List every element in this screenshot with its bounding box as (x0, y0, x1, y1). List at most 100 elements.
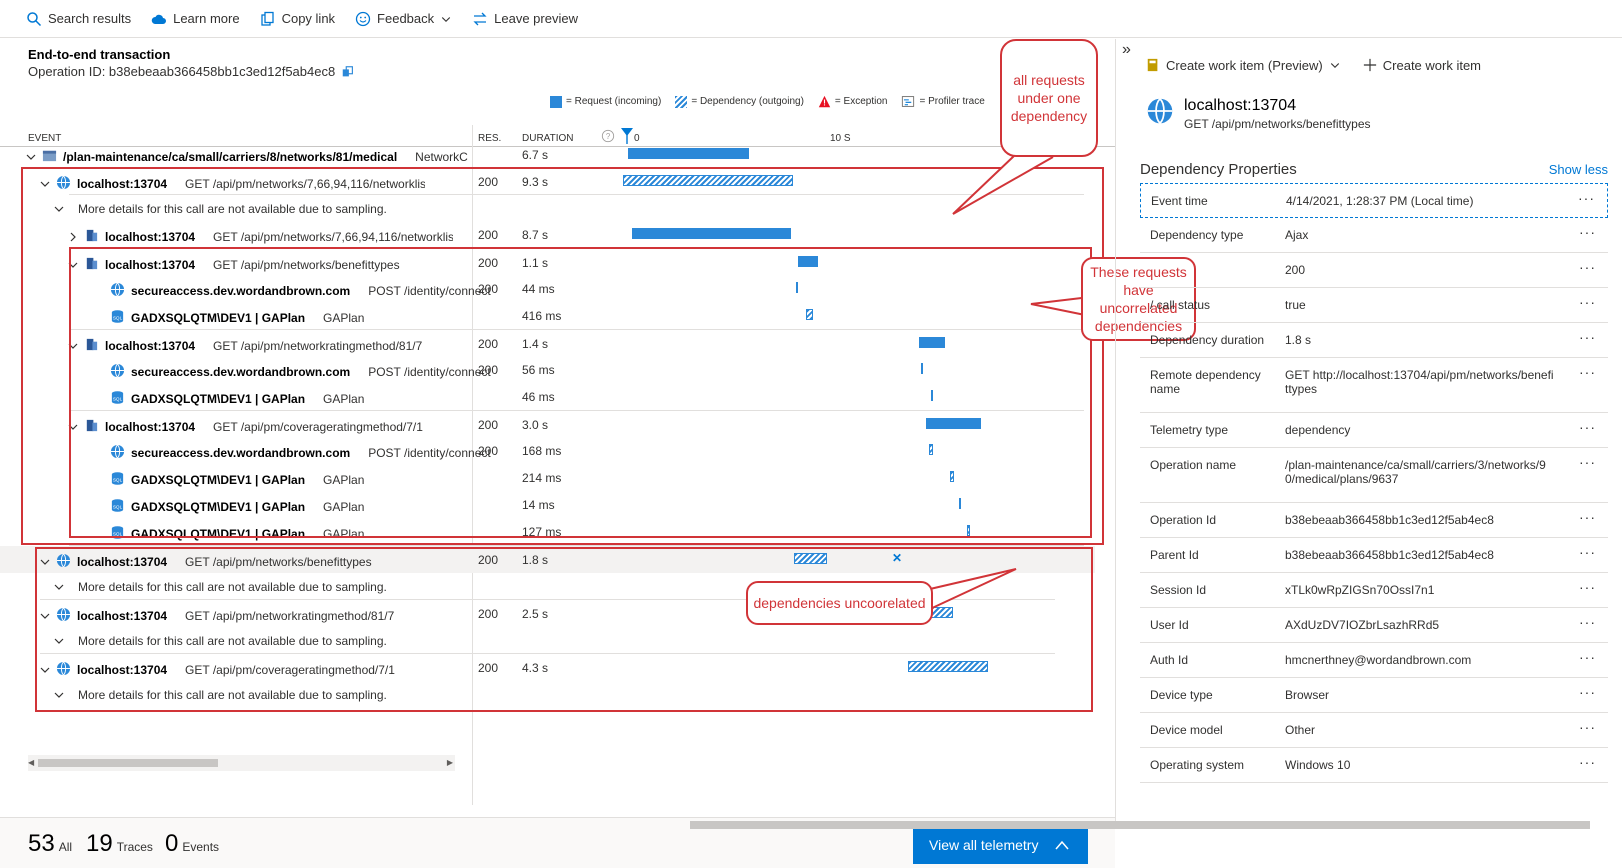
property-row[interactable]: Operation Id b38ebeaab366458bb1c3ed12f5ab… (1140, 503, 1608, 538)
property-row[interactable]: Operating system Windows 10 ··· (1140, 748, 1608, 783)
more-options-icon[interactable]: ··· (1578, 190, 1595, 206)
event-row[interactable]: SQL GADXSQLQTM\DEV1 | GAPlan GAPlan 14 ms (0, 491, 1095, 518)
scrollbar-thumb[interactable] (38, 759, 218, 767)
more-options-icon[interactable]: ··· (1579, 259, 1596, 275)
chevron-down-icon[interactable] (40, 179, 50, 189)
property-row[interactable]: User Id AXdUzDV7IOZbrLsazhRRd5 ··· (1140, 608, 1608, 643)
property-row[interactable]: Device model Other ··· (1140, 713, 1608, 748)
more-options-icon[interactable]: ··· (1579, 614, 1596, 630)
event-row[interactable]: localhost:13704 GET /api/pm/networkrating… (0, 330, 1095, 357)
more-options-icon[interactable]: ··· (1579, 579, 1596, 595)
dependency-timeline-bar[interactable] (908, 661, 989, 672)
event-row[interactable]: localhost:13704 GET /api/pm/networks/7,66… (0, 168, 1095, 195)
dependency-timeline-bar[interactable] (929, 444, 933, 455)
scroll-right-arrow-icon[interactable]: ▶ (447, 758, 453, 767)
dependency-timeline-bar[interactable] (949, 471, 955, 482)
more-options-icon[interactable]: ··· (1579, 684, 1596, 700)
request-timeline-bar[interactable] (631, 228, 791, 239)
dependency-timeline-bar[interactable] (794, 553, 828, 564)
create-work-item-button[interactable]: Create work item (1363, 58, 1481, 73)
chevron-down-icon[interactable] (40, 665, 50, 675)
traces-count[interactable]: 19 Traces (86, 830, 153, 858)
event-row[interactable]: SQL GADXSQLQTM\DEV1 | GAPlan GAPlan 214 ms (0, 464, 1095, 491)
more-options-icon[interactable]: ··· (1579, 294, 1596, 310)
more-options-icon[interactable]: ··· (1579, 224, 1596, 240)
chevron-down-icon[interactable] (54, 690, 64, 700)
learn-more-button[interactable]: Learn more (151, 11, 240, 27)
chevron-down-icon[interactable] (40, 611, 50, 621)
dependency-timeline-bar[interactable] (806, 309, 814, 320)
chevron-down-icon[interactable] (54, 636, 64, 646)
sampling-note-row[interactable]: More details for this call are not avail… (0, 627, 1095, 654)
property-row[interactable]: 200 ··· (1140, 253, 1608, 288)
request-timeline-bar[interactable] (797, 256, 819, 267)
property-row[interactable]: Parent Id b38ebeaab366458bb1c3ed12f5ab4ec… (1140, 538, 1608, 573)
event-row[interactable]: localhost:13704 GET /api/pm/coverageratin… (0, 654, 1095, 681)
sampling-note-row[interactable]: More details for this call are not avail… (0, 195, 1095, 222)
chevron-down-icon[interactable] (68, 260, 78, 270)
more-options-icon[interactable]: ··· (1579, 364, 1596, 380)
feedback-button[interactable]: Feedback (355, 11, 452, 27)
more-options-icon[interactable]: ··· (1579, 754, 1596, 770)
event-row[interactable]: localhost:13704 GET /api/pm/networks/7,66… (0, 221, 1095, 248)
property-row[interactable]: Device type Browser ··· (1140, 678, 1608, 713)
more-options-icon[interactable]: ··· (1579, 419, 1596, 435)
property-row[interactable]: Event time 4/14/2021, 1:28:37 PM (Local t… (1140, 183, 1608, 218)
property-row[interactable]: Operation name/plan-maintenance/ca/small… (1140, 448, 1608, 503)
event-row[interactable]: SQL GADXSQLQTM\DEV1 | GAPlan GAPlan 416 ms (0, 302, 1095, 329)
dependency-timeline-bar[interactable] (958, 498, 961, 509)
horizontal-scrollbar[interactable]: ◀ ▶ (28, 755, 455, 771)
dependency-timeline-bar[interactable] (930, 390, 933, 401)
show-less-link[interactable]: Show less (1549, 162, 1608, 177)
copy-icon[interactable] (341, 65, 355, 79)
collapse-pane-icon[interactable]: » (1122, 41, 1131, 59)
scroll-left-arrow-icon[interactable]: ◀ (28, 758, 34, 767)
copy-link-button[interactable]: Copy link (260, 11, 335, 27)
chevron-down-icon[interactable] (68, 422, 78, 432)
event-row[interactable]: secureaccess.dev.wordandbrown.com POST /i… (0, 437, 1095, 464)
property-row[interactable]: Session Id xTLk0wRpZIGSn70OssI7n1 ··· (1140, 573, 1608, 608)
chevron-down-icon[interactable] (26, 152, 36, 162)
event-row[interactable]: secureaccess.dev.wordandbrown.com POST /i… (0, 275, 1095, 302)
event-row[interactable]: SQL GADXSQLQTM\DEV1 | GAPlan GAPlan 46 ms (0, 383, 1095, 410)
sampling-note-row[interactable]: More details for this call are not avail… (0, 681, 1095, 708)
more-options-icon[interactable]: ··· (1579, 454, 1596, 470)
property-row[interactable]: Dependency type Ajax ··· (1140, 218, 1608, 253)
event-row[interactable]: /plan-maintenance/ca/small/carriers/8/ne… (0, 141, 1095, 168)
request-timeline-bar[interactable] (628, 148, 750, 159)
more-options-icon[interactable]: ··· (1579, 329, 1596, 345)
event-row[interactable]: localhost:13704 GET /api/pm/networks/bene… (0, 546, 1095, 573)
request-timeline-bar[interactable] (925, 418, 982, 429)
event-row[interactable]: SQL GADXSQLQTM\DEV1 | GAPlan GAPlan 127 ms (0, 518, 1095, 545)
dependency-timeline-bar[interactable] (623, 175, 793, 186)
dependency-timeline-bar[interactable] (967, 525, 970, 536)
dependency-timeline-bar[interactable] (920, 363, 923, 374)
request-timeline-bar[interactable] (918, 337, 945, 348)
search-results-button[interactable]: Search results (26, 11, 131, 27)
property-row[interactable]: Telemetry type dependency ··· (1140, 413, 1608, 448)
create-work-item-preview-button[interactable]: Create work item (Preview) (1146, 57, 1341, 73)
dependency-timeline-bar[interactable] (796, 282, 798, 293)
more-options-icon[interactable]: ··· (1579, 509, 1596, 525)
event-row[interactable]: localhost:13704 GET /api/pm/networks/bene… (0, 249, 1095, 276)
expand-arrows-icon[interactable]: ✕ (892, 551, 902, 565)
property-row[interactable]: Remote dependency name GET http://localho… (1140, 358, 1608, 413)
event-row[interactable]: secureaccess.dev.wordandbrown.com POST /i… (0, 356, 1095, 383)
view-all-telemetry-button[interactable]: View all telemetry (913, 826, 1088, 864)
all-count[interactable]: 53 All (28, 830, 72, 858)
property-row[interactable]: Dependency duration 1.8 s ··· (1140, 323, 1608, 358)
leave-preview-button[interactable]: Leave preview (472, 11, 578, 27)
more-options-icon[interactable]: ··· (1579, 719, 1596, 735)
property-row[interactable]: / call status true ··· (1140, 288, 1608, 323)
events-count[interactable]: 0 Events (165, 830, 219, 858)
chevron-right-icon[interactable] (68, 232, 78, 242)
chevron-down-icon[interactable] (54, 204, 64, 214)
chevron-down-icon[interactable] (68, 341, 78, 351)
property-row[interactable]: Auth Id hmcnerthney@wordandbrown.com ··· (1140, 643, 1608, 678)
event-row[interactable]: localhost:13704 GET /api/pm/coverageratin… (0, 411, 1095, 438)
page-horizontal-scrollbar[interactable] (690, 821, 1590, 829)
chevron-down-icon[interactable] (54, 582, 64, 592)
chevron-down-icon[interactable] (40, 557, 50, 567)
more-options-icon[interactable]: ··· (1579, 649, 1596, 665)
more-options-icon[interactable]: ··· (1579, 544, 1596, 560)
